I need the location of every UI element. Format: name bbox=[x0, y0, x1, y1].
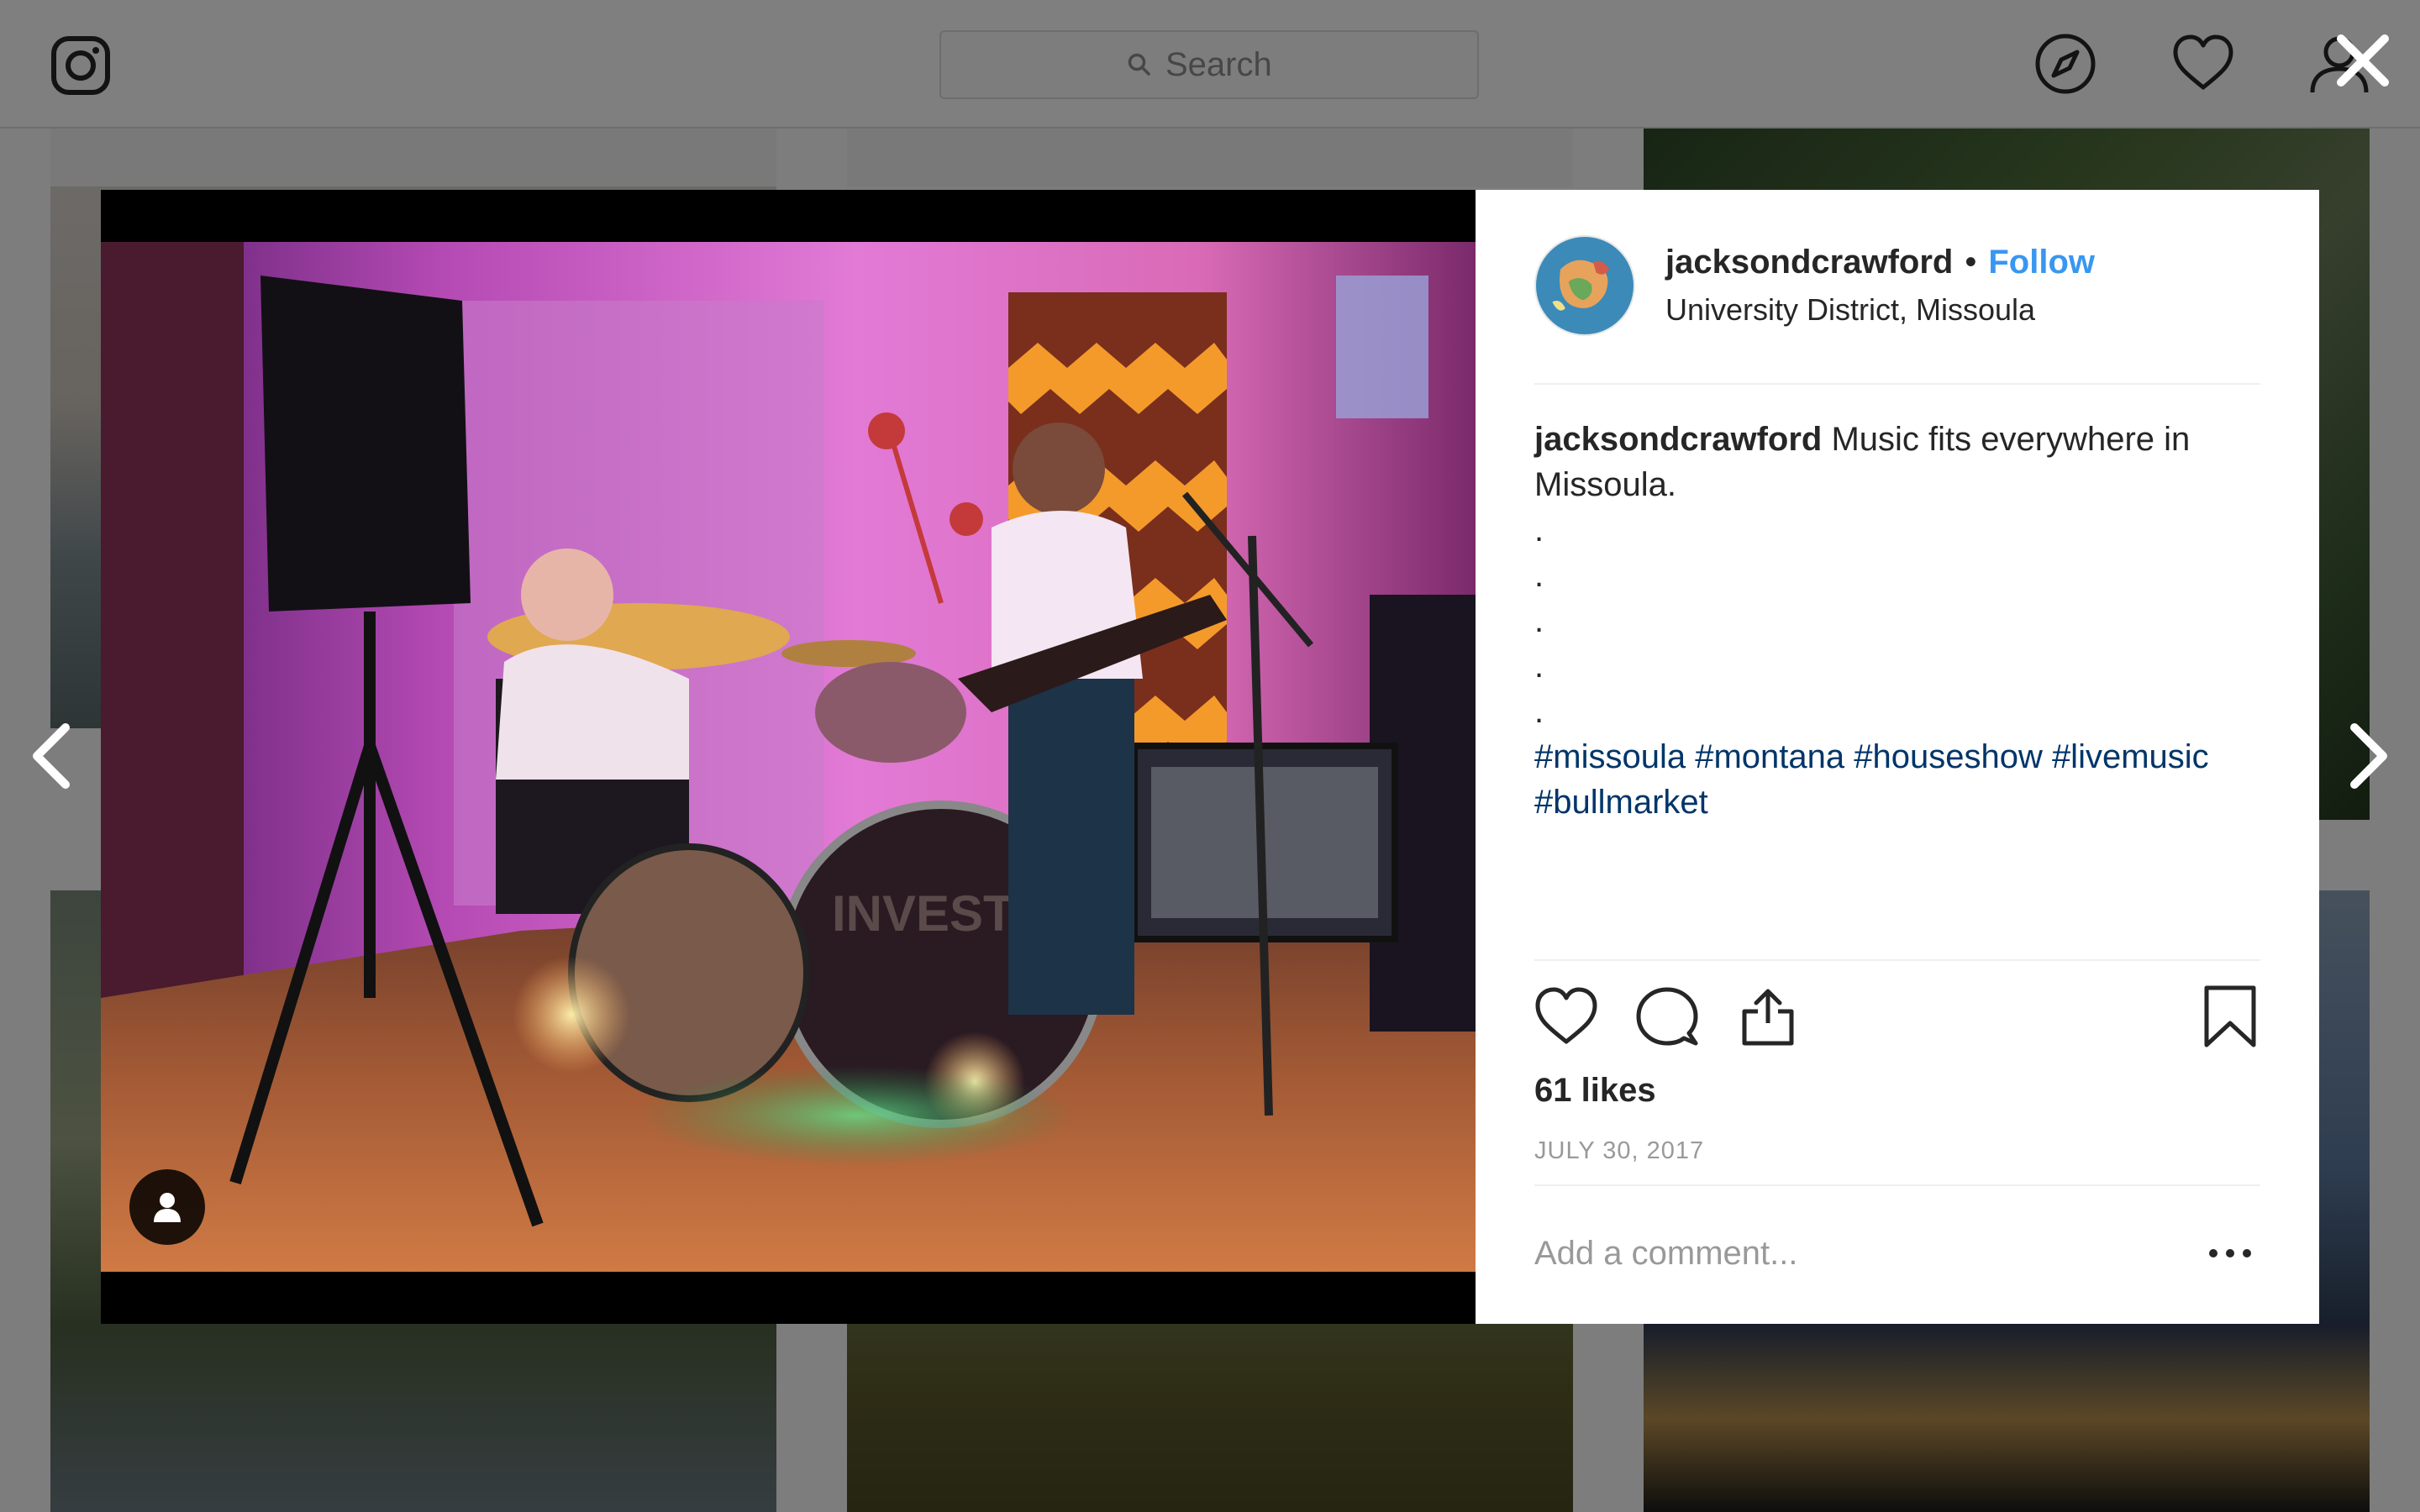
caption-hashtags[interactable]: #missoula #montana #houseshow #livemusic… bbox=[1534, 734, 2260, 825]
post-date: JULY 30, 2017 bbox=[1534, 1137, 1705, 1164]
caption-dot-line: . bbox=[1534, 557, 1544, 594]
user-tag-icon bbox=[154, 1193, 181, 1222]
svg-text:INVEST: INVEST bbox=[832, 885, 1014, 942]
separator-dot: • bbox=[1965, 244, 1977, 281]
chevron-right-icon[interactable] bbox=[2343, 721, 2393, 791]
follow-button[interactable]: Follow bbox=[1988, 244, 2095, 281]
share-icon[interactable] bbox=[1736, 984, 1800, 1048]
caption-username[interactable]: jacksondcrawford bbox=[1534, 421, 1822, 458]
caption-dot-line: . bbox=[1534, 648, 1544, 685]
avatar[interactable] bbox=[1534, 235, 1635, 336]
post-photo[interactable]: INVEST bbox=[101, 242, 1476, 1272]
post-location[interactable]: University District, Missoula bbox=[1665, 292, 2035, 328]
caption-dot-line: . bbox=[1534, 602, 1544, 639]
chevron-left-icon[interactable] bbox=[27, 721, 77, 791]
close-x-icon[interactable] bbox=[2333, 30, 2393, 91]
like-icon[interactable] bbox=[1534, 984, 1598, 1048]
caption-dots: . . . . . bbox=[1534, 507, 2260, 734]
post-caption: jacksondcrawford Music fits everywhere i… bbox=[1534, 417, 2260, 825]
comment-input[interactable] bbox=[1534, 1228, 2173, 1278]
likes-count[interactable]: 61 likes bbox=[1534, 1072, 1656, 1110]
post-author-row: jacksondcrawford • Follow bbox=[1665, 244, 2095, 281]
post-modal: INVEST jacksondcrawford • Follow Univers… bbox=[101, 190, 2319, 1324]
save-bookmark-icon[interactable] bbox=[2198, 984, 2262, 1048]
user-tag-button[interactable] bbox=[129, 1169, 205, 1245]
post-media[interactable]: INVEST bbox=[101, 190, 1476, 1324]
caption-dot-line: . bbox=[1534, 512, 1544, 549]
post-details-panel: jacksondcrawford • Follow University Distr… bbox=[1476, 190, 2319, 1324]
avatar-globe-image bbox=[1536, 237, 1634, 334]
caption-first-line: jacksondcrawford Music fits everywhere i… bbox=[1534, 417, 2260, 507]
more-options-icon[interactable] bbox=[2207, 1236, 2254, 1270]
comment-icon[interactable] bbox=[1635, 984, 1699, 1048]
caption-dot-line: . bbox=[1534, 693, 1544, 730]
post-author-username[interactable]: jacksondcrawford bbox=[1665, 244, 1953, 281]
post-header: jacksondcrawford • Follow University Distr… bbox=[1534, 190, 2260, 385]
comment-area bbox=[1534, 1184, 2260, 1324]
post-actions-bar bbox=[1534, 959, 2260, 1047]
